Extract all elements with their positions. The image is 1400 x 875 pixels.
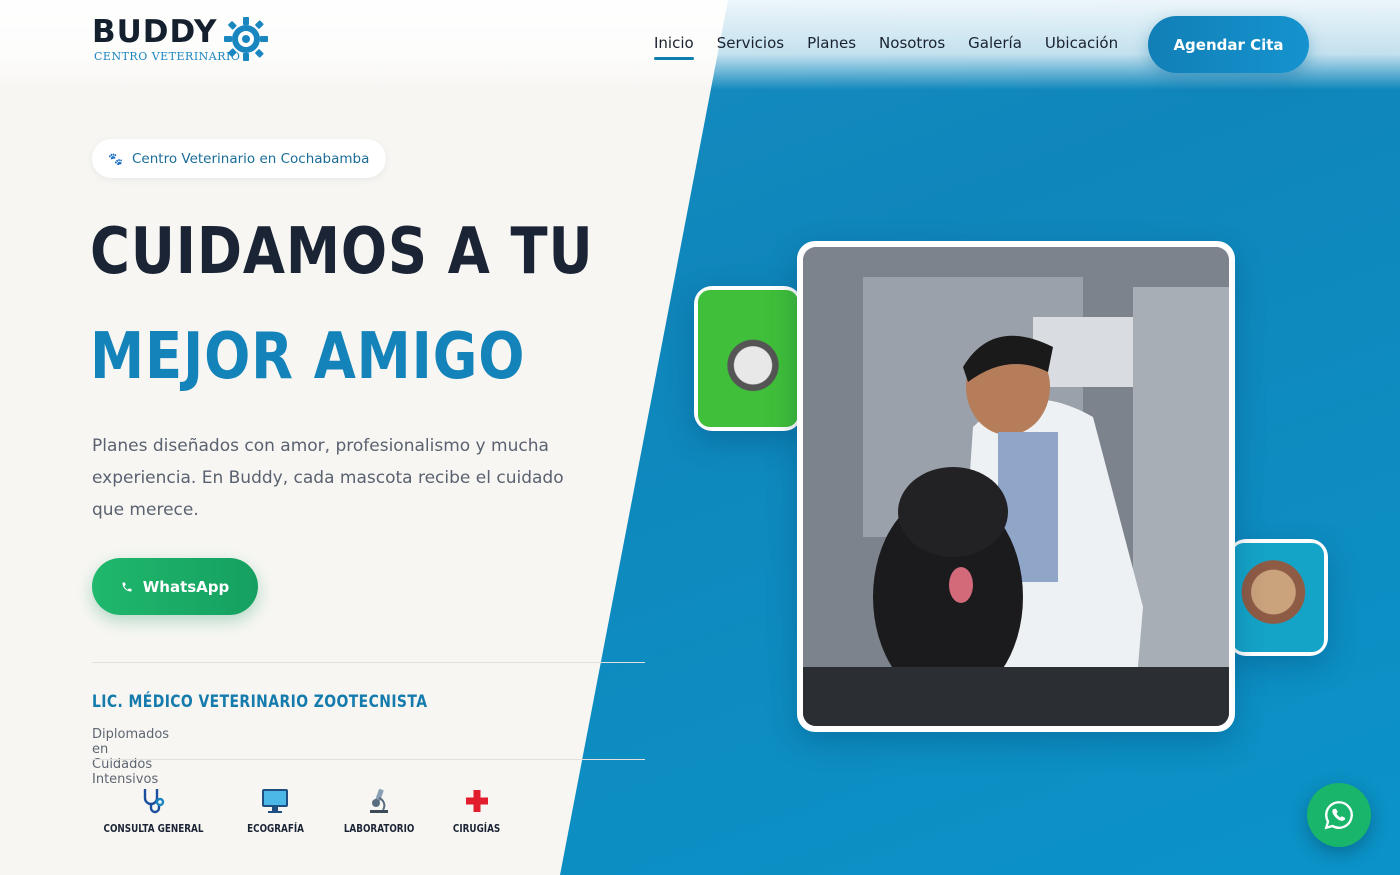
- paw-icon: 🐾: [108, 151, 123, 166]
- nav-galeria[interactable]: Galería: [968, 34, 1022, 60]
- location-badge-text: Centro Veterinario en Cochabamba: [132, 150, 370, 167]
- divider-top: [92, 662, 645, 663]
- brand-name: BUDDY: [92, 14, 218, 50]
- hero-lead-text: Planes diseñados con amor, profesionalis…: [92, 436, 564, 520]
- service-label: LABORATORIO: [343, 822, 415, 835]
- nav-servicios[interactable]: Servicios: [717, 34, 784, 60]
- main-nav: Inicio Servicios Planes Nosotros Galería…: [654, 34, 1118, 60]
- services-list: CONSULTA GENERAL ECOGRAFÍA LABORATORIO C…: [91, 786, 506, 835]
- microscope-icon: [370, 788, 389, 813]
- cocker-spaniel-photo: [1232, 543, 1324, 652]
- vet-photo-illustration: [803, 247, 1229, 726]
- book-appointment-button[interactable]: Agendar Cita: [1148, 16, 1309, 73]
- gallery-thumbnail-right: [1228, 539, 1328, 656]
- hero-title-line2: MEJOR AMIGO: [90, 320, 526, 394]
- monitor-icon: [262, 789, 289, 813]
- credential-subtitle: Diplomados en Cuidados Intensivos: [92, 727, 170, 787]
- service-label: CIRUGÍAS: [453, 822, 501, 835]
- hero-main-photo: [797, 241, 1235, 732]
- cross-icon: [465, 790, 488, 812]
- nav-planes[interactable]: Planes: [807, 34, 856, 60]
- service-laboratorio[interactable]: LABORATORIO: [335, 786, 423, 835]
- service-label: CONSULTA GENERAL: [103, 822, 204, 835]
- vet-with-dog-photo: [803, 247, 1229, 726]
- gallery-thumbnail-left: [694, 286, 802, 431]
- credential-title: LIC. MÉDICO VETERINARIO ZOOTECNISTA: [92, 692, 428, 712]
- nav-ubicacion[interactable]: Ubicación: [1045, 34, 1118, 60]
- brand-logo[interactable]: BUDDY CENTRO VETERINARIO: [92, 14, 282, 66]
- service-label: ECOGRAFÍA: [247, 822, 304, 835]
- nav-nosotros[interactable]: Nosotros: [879, 34, 945, 60]
- hero-title: CUIDAMOS A TU MEJOR AMIGO: [90, 200, 593, 410]
- stethoscope-icon: [144, 789, 165, 814]
- whatsapp-icon: [1324, 801, 1353, 830]
- nav-inicio[interactable]: Inicio: [654, 34, 694, 60]
- service-consulta[interactable]: CONSULTA GENERAL: [91, 786, 216, 835]
- whatsapp-button[interactable]: WhatsApp: [92, 558, 258, 615]
- whatsapp-floating-button[interactable]: [1307, 783, 1371, 847]
- service-ecografia[interactable]: ECOGRAFÍA: [240, 786, 311, 835]
- gear-paw-icon: [224, 17, 268, 61]
- phone-icon: [122, 582, 132, 591]
- divider-bottom: [92, 759, 645, 760]
- hero-title-line1: CUIDAMOS A TU: [90, 215, 594, 289]
- service-cirugias[interactable]: CIRUGÍAS: [447, 786, 506, 835]
- site-header: BUDDY CENTRO VETERINARIO Inicio Servicio…: [0, 0, 1400, 88]
- whatsapp-button-label: WhatsApp: [142, 577, 230, 596]
- puppy-photo: [698, 290, 798, 427]
- location-badge: 🐾 Centro Veterinario en Cochabamba: [92, 139, 386, 178]
- brand-tagline: CENTRO VETERINARIO: [94, 50, 241, 63]
